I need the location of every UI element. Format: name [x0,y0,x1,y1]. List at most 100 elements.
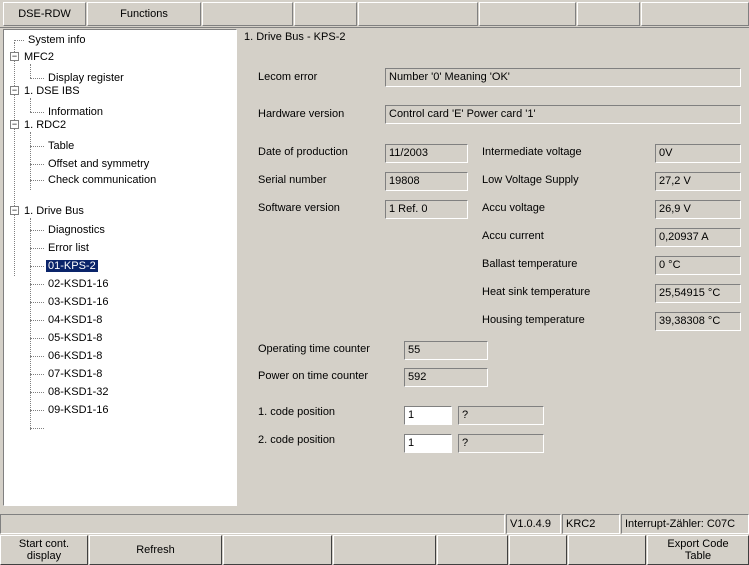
menu-empty-5 [577,2,640,26]
intermediate-voltage-value: 0V [655,144,741,163]
tree-item-02-ksd1-16[interactable]: 02-KSD1-16 [46,276,111,292]
tree-item-rdc2[interactable]: 1. RDC2 [22,117,68,133]
tree-item-check-communication[interactable]: Check communication [46,172,158,188]
date-of-production-value: 11/2003 [385,144,468,163]
tree-item-label: Table [48,140,75,152]
code-position-1-input[interactable]: 1 [404,406,452,425]
lecom-error-value: Number '0' Meaning 'OK' [385,68,741,87]
operating-time-counter-label: Operating time counter [258,343,370,355]
menu-empty-1 [202,2,293,26]
tree-item-label: Offset and symmetry [48,158,150,170]
menu-functions[interactable]: Functions [87,2,201,26]
tree-item-label: 04-KSD1-8 [48,314,103,326]
ballast-temperature-label: Ballast temperature [482,258,578,270]
navigation-tree[interactable]: − − − − System info MFC2 Display registe… [3,29,237,506]
tree-item-label: 06-KSD1-8 [48,350,103,362]
tree-item-label: System info [28,34,86,46]
low-voltage-supply-value: 27,2 V [655,172,741,191]
tree-item-09-ksd1-16[interactable]: 09-KSD1-16 [46,402,111,418]
panel-title: 1. Drive Bus - KPS-2 [244,31,346,43]
ballast-temperature-value: 0 °C [655,256,741,275]
menu-dse-rdw-label: DSE-RDW [18,8,71,20]
tree-item-06-ksd1-8[interactable]: 06-KSD1-8 [46,348,104,364]
collapse-icon[interactable]: − [10,206,19,215]
function-button-6[interactable] [509,535,567,565]
menu-bar: DSE-RDW Functions [0,0,749,28]
operating-time-counter-value: 55 [404,341,488,360]
tree-item-label: 05-KSD1-8 [48,332,103,344]
tree-item-offset-symmetry[interactable]: Offset and symmetry [46,156,151,172]
refresh-button[interactable]: Refresh [89,535,222,565]
function-button-4[interactable] [333,535,436,565]
export-code-table-button[interactable]: Export Code Table [647,535,749,565]
function-button-3[interactable] [223,535,332,565]
status-empty [0,514,505,534]
tree-item-table[interactable]: Table [46,138,76,154]
heat-sink-temperature-label: Heat sink temperature [482,286,591,298]
menu-dse-rdw[interactable]: DSE-RDW [3,2,86,26]
tree-item-error-list[interactable]: Error list [46,240,91,256]
status-version: V1.0.4.9 [506,514,561,534]
accu-voltage-value: 26,9 V [655,200,741,219]
tree-item-label: 02-KSD1-16 [48,278,109,290]
tree-item-04-ksd1-8[interactable]: 04-KSD1-8 [46,312,104,328]
tree-item-label: 09-KSD1-16 [48,404,109,416]
collapse-icon[interactable]: − [10,86,19,95]
code-position-2-label: 2. code position [258,434,336,446]
code-position-2-input[interactable]: 1 [404,434,452,453]
menu-empty-3 [358,2,478,26]
tree-item-08-ksd1-32[interactable]: 08-KSD1-32 [46,384,111,400]
collapse-icon[interactable]: − [10,120,19,129]
tree-item-01-kps-2[interactable]: 01-KPS-2 [45,258,99,274]
tree-item-mfc2[interactable]: MFC2 [22,49,56,65]
collapse-icon[interactable]: − [10,52,19,61]
software-version-value: 1 Ref. 0 [385,200,468,219]
tree-item-system-info[interactable]: System info [26,32,87,48]
tree-item-05-ksd1-8[interactable]: 05-KSD1-8 [46,330,104,346]
tree-item-label: 1. Drive Bus [24,205,84,217]
heat-sink-temperature-value: 25,54915 °C [655,284,741,303]
tree-item-diagnostics[interactable]: Diagnostics [46,222,107,238]
tree-item-07-ksd1-8[interactable]: 07-KSD1-8 [46,366,104,382]
menu-empty-6 [641,2,749,26]
accu-current-label: Accu current [482,230,544,242]
power-on-time-counter-value: 592 [404,368,488,387]
tree-item-label: 08-KSD1-32 [48,386,109,398]
housing-temperature-value: 39,38308 °C [655,312,741,331]
start-cont-display-button[interactable]: Start cont. display [0,535,88,565]
menu-empty-4 [479,2,576,26]
tree-item-03-ksd1-16[interactable]: 03-KSD1-16 [46,294,111,310]
status-controller: KRC2 [562,514,620,534]
function-button-5[interactable] [437,535,508,565]
menu-functions-label: Functions [120,8,168,20]
date-of-production-label: Date of production [258,146,348,158]
menu-empty-2 [294,2,357,26]
tree-item-label: 03-KSD1-16 [48,296,109,308]
tree-item-label: Check communication [48,174,157,186]
tree-item-drive-bus[interactable]: 1. Drive Bus [22,203,86,219]
accu-current-value: 0,20937 A [655,228,741,247]
hardware-version-label: Hardware version [258,108,345,120]
intermediate-voltage-label: Intermediate voltage [482,146,582,158]
housing-temperature-label: Housing temperature [482,314,585,326]
code-position-1-label: 1. code position [258,406,336,418]
button-bar: Start cont. display Refresh Export Code … [0,535,749,565]
lecom-error-label: Lecom error [258,71,318,83]
tree-item-dse-ibs[interactable]: 1. DSE IBS [22,83,82,99]
low-voltage-supply-label: Low Voltage Supply [482,174,579,186]
code-position-1-meaning: ? [458,406,544,425]
tree-item-label: Diagnostics [48,224,105,236]
tree-item-label: 07-KSD1-8 [48,368,103,380]
status-bar: V1.0.4.9 KRC2 Interrupt-Zähler: C07C [0,514,749,534]
tree-item-label: 1. RDC2 [24,119,67,131]
tree-item-label: Error list [48,242,89,254]
software-version-label: Software version [258,202,340,214]
tree-item-label: MFC2 [24,51,54,63]
code-position-2-meaning: ? [458,434,544,453]
status-interrupt: Interrupt-Zähler: C07C [621,514,749,534]
function-button-7[interactable] [568,535,646,565]
power-on-time-counter-label: Power on time counter [258,370,369,382]
serial-number-value: 19808 [385,172,468,191]
tree-item-label: 1. DSE IBS [24,85,80,97]
accu-voltage-label: Accu voltage [482,202,545,214]
